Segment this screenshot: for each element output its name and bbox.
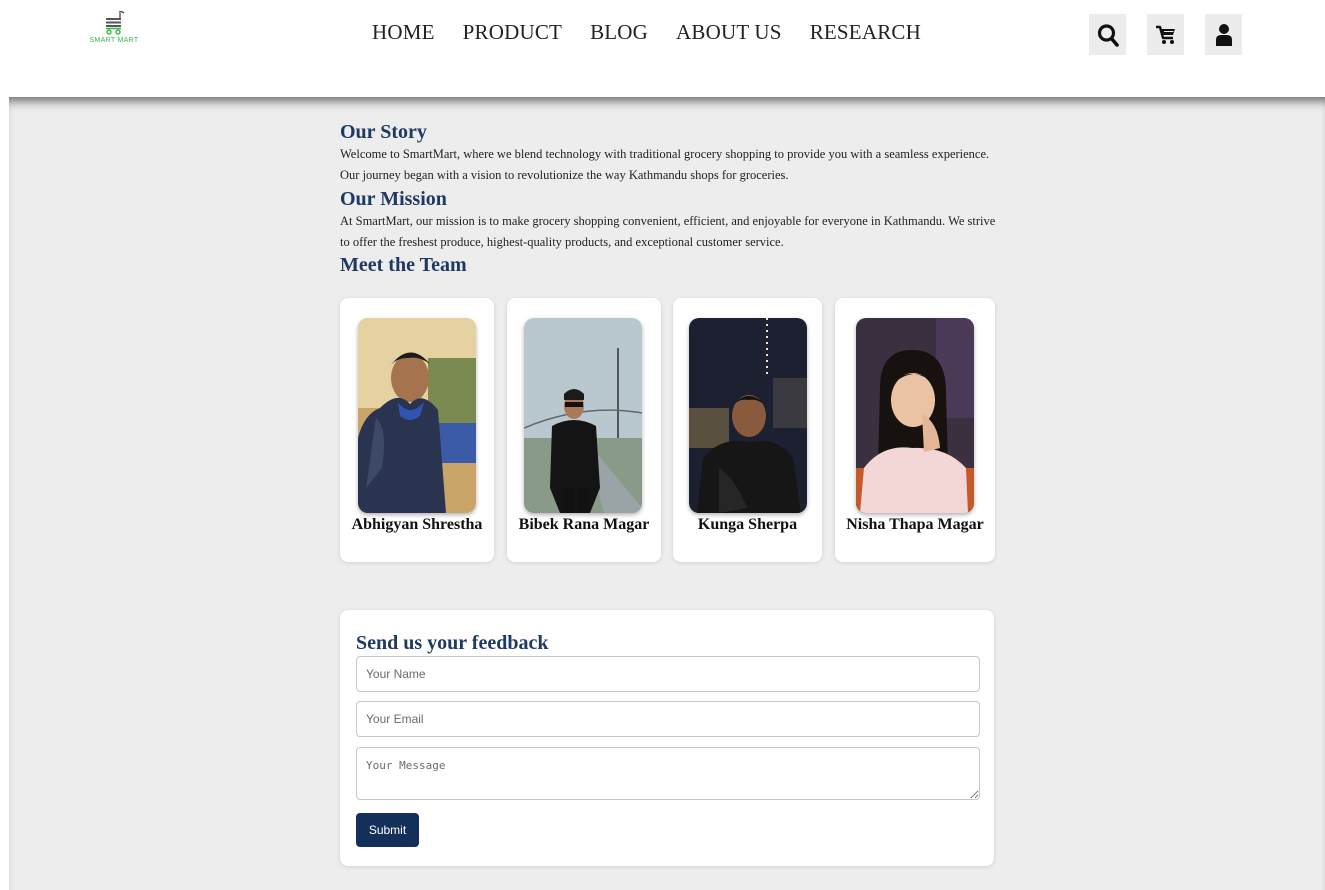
message-textarea[interactable] xyxy=(356,747,980,800)
team-card: Abhigyan Shrestha xyxy=(340,298,494,562)
submit-button[interactable]: Submit xyxy=(356,813,419,847)
mission-text-line2: to offer the freshest produce, highest-q… xyxy=(340,235,784,249)
mission-text-line1: At SmartMart, our mission is to make gro… xyxy=(340,214,996,228)
user-icon xyxy=(1215,23,1232,46)
cart-button[interactable] xyxy=(1147,14,1184,55)
story-text-line1: Welcome to SmartMart, where we blend tec… xyxy=(340,147,990,161)
nav-research[interactable]: RESEARCH xyxy=(810,20,921,45)
search-icon xyxy=(1097,23,1119,47)
member-name: Kunga Sherpa xyxy=(697,516,798,533)
logo-text: SMART MART xyxy=(89,37,139,44)
nav-about-us[interactable]: ABOUT US xyxy=(676,20,782,45)
team-card: Bibek Rana Magar xyxy=(507,298,661,562)
member-photo xyxy=(524,318,642,513)
site-header: SMART MART HOME PRODUCT BLOG ABOUT US RE… xyxy=(0,0,1325,96)
email-input[interactable] xyxy=(356,701,980,737)
account-button[interactable] xyxy=(1205,14,1242,55)
about-content: Our Story Welcome to SmartMart, where we… xyxy=(340,120,1000,277)
name-input[interactable] xyxy=(356,656,980,692)
nav-blog[interactable]: BLOG xyxy=(590,20,648,45)
member-photo xyxy=(358,318,476,513)
team-card: Nisha Thapa Magar xyxy=(835,298,995,562)
team-card: Kunga Sherpa xyxy=(673,298,822,562)
cart-logo-icon xyxy=(106,11,125,35)
feedback-heading: Send us your feedback xyxy=(356,632,549,654)
team-heading: Meet the Team xyxy=(340,254,467,276)
nav-product[interactable]: PRODUCT xyxy=(463,20,562,45)
member-name: Bibek Rana Magar xyxy=(518,516,650,533)
search-button[interactable] xyxy=(1089,14,1126,55)
feedback-form: Send us your feedback Submit xyxy=(340,610,994,866)
member-name: Nisha Thapa Magar xyxy=(846,516,984,533)
member-photo xyxy=(689,318,807,513)
member-name: Abhigyan Shrestha xyxy=(351,516,483,533)
story-text-line2: Our journey began with a vision to revol… xyxy=(340,168,789,182)
main-nav: HOME PRODUCT BLOG ABOUT US RESEARCH xyxy=(372,20,921,45)
member-photo xyxy=(856,318,974,513)
cart-icon xyxy=(1155,25,1175,44)
team-grid: Abhigyan Shrestha Bibek Rana Magar Kunga… xyxy=(340,298,1000,562)
story-heading: Our Story xyxy=(340,121,427,143)
mission-heading: Our Mission xyxy=(340,188,447,210)
logo[interactable]: SMART MART xyxy=(88,10,140,50)
nav-home[interactable]: HOME xyxy=(372,20,435,45)
